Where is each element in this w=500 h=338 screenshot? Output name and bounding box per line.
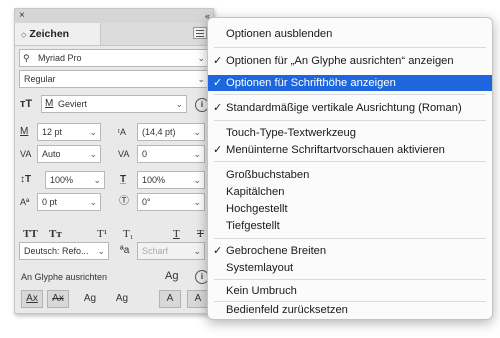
kerning-icon: VA bbox=[20, 149, 32, 159]
font-family-field[interactable]: ⚲ Myriad Pro ⌄ bbox=[19, 49, 209, 67]
snap-glyph-bounds-button[interactable]: Ag bbox=[79, 290, 101, 308]
menu-item-reset-panel[interactable]: Bedienfeld zurücksetzen bbox=[208, 302, 492, 318]
checkmark-icon: ✓ bbox=[213, 55, 223, 67]
menu-item-grossbuchstaben[interactable]: Großbuchstaben bbox=[208, 167, 492, 183]
baseline-shift-icon: Aª bbox=[20, 197, 30, 207]
chevron-down-icon: ⌄ bbox=[93, 175, 101, 185]
menu-item-font-height-options[interactable]: ✓ Optionen für Schrifthöhe anzeigen bbox=[208, 75, 492, 91]
tab-toggle-icon[interactable]: ◇ bbox=[21, 32, 26, 39]
superscript-icon[interactable]: T¹ bbox=[97, 228, 107, 240]
antialias-icon: ªa bbox=[120, 245, 130, 256]
font-size-value: 12 pt bbox=[42, 127, 63, 137]
glyph-snap-icon: Ag bbox=[165, 270, 179, 282]
kerning-method-value: Geviert bbox=[58, 99, 88, 109]
menu-separator bbox=[214, 161, 486, 162]
snap-anchor-button[interactable]: A bbox=[187, 290, 209, 308]
horizontal-scale-field[interactable]: 100% ⌄ bbox=[137, 171, 205, 189]
chevron-down-icon: ⌄ bbox=[193, 149, 201, 159]
language-value: Deutsch: Refo... bbox=[24, 246, 89, 256]
leading-value: (14,4 pt) bbox=[142, 127, 176, 137]
menu-item-gebrochene-breiten[interactable]: ✓ Gebrochene Breiten bbox=[208, 243, 492, 259]
kerning-value: Auto bbox=[42, 149, 61, 159]
kerning-method-field[interactable]: M Geviert ⌄ bbox=[41, 95, 187, 113]
close-icon[interactable]: × bbox=[19, 9, 25, 23]
checkmark-icon: ✓ bbox=[213, 245, 223, 257]
kerning-field[interactable]: Auto ⌄ bbox=[37, 145, 101, 163]
language-field[interactable]: Deutsch: Refo... ⌄ bbox=[19, 242, 109, 260]
all-caps-icon[interactable]: TT bbox=[23, 228, 38, 240]
menu-item-kapitaelchen[interactable]: Kapitälchen bbox=[208, 184, 492, 200]
baseline-shift-value: 0 pt bbox=[42, 197, 58, 207]
menu-item-systemlayout[interactable]: Systemlayout bbox=[208, 260, 492, 276]
vertical-scale-field[interactable]: 100% ⌄ bbox=[45, 171, 105, 189]
vertical-scale-icon: ↕T bbox=[20, 174, 32, 185]
checkmark-icon: ✓ bbox=[213, 77, 223, 89]
chevron-down-icon: ⌄ bbox=[97, 246, 105, 256]
chevron-down-icon: ⌄ bbox=[193, 246, 201, 256]
leading-field[interactable]: (14,4 pt) ⌄ bbox=[137, 123, 205, 141]
horizontal-scale-icon: T̲ bbox=[120, 174, 127, 185]
menu-separator bbox=[214, 238, 486, 239]
antialias-field[interactable]: Scharf ⌄ bbox=[137, 242, 205, 260]
glyph-m-icon: M bbox=[45, 98, 54, 109]
menu-separator bbox=[214, 47, 486, 48]
tracking-icon: VA bbox=[118, 149, 130, 159]
rotation-field[interactable]: 0° ⌄ bbox=[137, 193, 205, 211]
small-caps-icon[interactable]: Tт bbox=[49, 228, 62, 240]
snap-baseline-button[interactable]: Ax bbox=[21, 290, 43, 308]
snap-angular-button[interactable]: A bbox=[159, 290, 181, 308]
chevron-down-icon: ⌄ bbox=[197, 53, 205, 63]
menu-item-tiefgestellt[interactable]: Tiefgestellt bbox=[208, 218, 492, 234]
menu-separator bbox=[214, 94, 486, 95]
panel-menu-button[interactable] bbox=[193, 27, 207, 39]
text-size-icon: ᴛT bbox=[20, 98, 33, 110]
snap-to-glyph-label: An Glyphe ausrichten bbox=[21, 272, 108, 282]
menu-item-glyph-options[interactable]: ✓ Optionen für „An Glyphe ausrichten“ an… bbox=[208, 53, 492, 69]
chevron-down-icon: ⌄ bbox=[197, 74, 205, 84]
menu-separator bbox=[214, 120, 486, 121]
rotation-value: 0° bbox=[142, 197, 151, 207]
font-size-icon: M bbox=[20, 126, 29, 137]
checkmark-icon: ✓ bbox=[213, 144, 223, 156]
font-size-field[interactable]: 12 pt ⌄ bbox=[37, 123, 101, 141]
strikethrough-icon[interactable]: T bbox=[197, 228, 204, 240]
chevron-down-icon: ⌄ bbox=[89, 149, 97, 159]
menu-item-touch-type[interactable]: Touch-Type-Textwerkzeug bbox=[208, 125, 492, 141]
tracking-value: 0 bbox=[142, 149, 148, 159]
search-icon: ⚲ bbox=[23, 53, 30, 63]
menu-separator bbox=[214, 279, 486, 280]
baseline-shift-field[interactable]: 0 pt ⌄ bbox=[37, 193, 101, 211]
menu-item-hochgestellt[interactable]: Hochgestellt bbox=[208, 201, 492, 217]
snap-proximity-button[interactable]: Ag bbox=[111, 290, 133, 308]
font-style-value: Regular bbox=[24, 74, 56, 84]
chevron-down-icon: ⌄ bbox=[193, 127, 201, 137]
menu-item-font-previews[interactable]: ✓ Menüinterne Schriftartvorschauen aktiv… bbox=[208, 142, 492, 158]
rotation-icon: Ⓣ bbox=[119, 196, 129, 207]
font-family-value: Myriad Pro bbox=[38, 53, 82, 63]
tab-label: Zeichen bbox=[29, 28, 70, 40]
chevron-down-icon: ⌄ bbox=[193, 197, 201, 207]
vertical-scale-value: 100% bbox=[50, 175, 74, 185]
tab-zeichen[interactable]: ◇ Zeichen bbox=[15, 23, 101, 45]
chevron-down-icon: ⌄ bbox=[175, 99, 183, 109]
tracking-field[interactable]: 0 ⌄ bbox=[137, 145, 205, 163]
snap-xheight-button[interactable]: Ax bbox=[47, 290, 69, 308]
menu-item-vertical-alignment[interactable]: ✓ Standardmäßige vertikale Ausrichtung (… bbox=[208, 100, 492, 116]
chevron-down-icon: ⌄ bbox=[89, 127, 97, 137]
horizontal-scale-value: 100% bbox=[142, 175, 166, 185]
panel-tabbar: ◇ Zeichen bbox=[15, 23, 213, 46]
panel-flyout-menu: Optionen ausblenden ✓ Optionen für „An G… bbox=[207, 17, 493, 320]
leading-icon: ᵗA bbox=[118, 127, 126, 137]
menu-item-kein-umbruch[interactable]: Kein Umbruch bbox=[208, 283, 492, 299]
chevron-down-icon: ⌄ bbox=[89, 197, 97, 207]
antialias-value: Scharf bbox=[142, 246, 169, 256]
checkmark-icon: ✓ bbox=[213, 102, 223, 114]
chevron-down-icon: ⌄ bbox=[193, 175, 201, 185]
panel-titlebar: × ‹‹ bbox=[15, 9, 213, 24]
font-style-field[interactable]: Regular ⌄ bbox=[19, 70, 209, 88]
subscript-icon[interactable]: T₁ bbox=[123, 228, 134, 240]
menu-item-optionen-ausblenden[interactable]: Optionen ausblenden bbox=[208, 26, 492, 42]
character-panel: × ‹‹ ◇ Zeichen ⚲ Myriad Pro ⌄ Regular ⌄ ᴛ… bbox=[14, 8, 214, 314]
underline-icon[interactable]: T bbox=[173, 228, 180, 240]
